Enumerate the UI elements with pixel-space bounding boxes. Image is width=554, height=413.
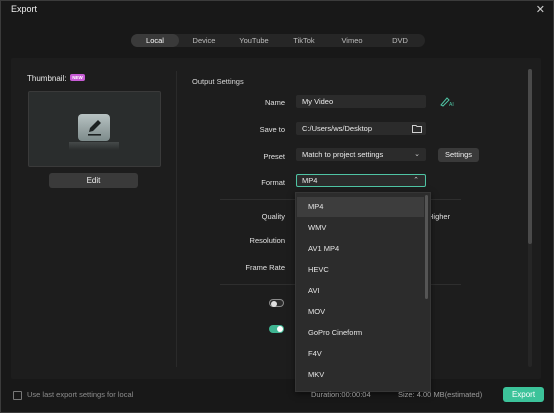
thumbnail-preview[interactable] [28, 91, 161, 167]
new-badge: NEW [70, 74, 85, 81]
format-option-gopro-cineform[interactable]: GoPro Cineform [297, 323, 424, 343]
title-bar: Export ✕ [1, 1, 553, 19]
preset-select[interactable]: Match to project settings ⌄ [296, 148, 426, 161]
column-divider [176, 71, 177, 367]
export-button[interactable]: Export [503, 387, 544, 402]
ai-pen-icon[interactable]: AI [439, 95, 455, 108]
save-path-input[interactable]: C:/Users/ws/Desktop [296, 122, 426, 135]
frame-rate-label: Frame Rate [245, 263, 285, 272]
format-option-wmv[interactable]: WMV [297, 218, 424, 238]
format-option-avi[interactable]: AVI [297, 281, 424, 301]
pencil-icon [78, 114, 110, 141]
chevron-down-icon: ⌄ [414, 151, 420, 158]
quality-higher-label: Higher [428, 212, 451, 221]
name-input[interactable]: My Video [296, 95, 426, 108]
preset-value: Match to project settings [302, 150, 384, 159]
format-option-mp4[interactable]: MP4 [297, 197, 424, 217]
format-option-mkv[interactable]: MKV [297, 365, 424, 385]
preset-label: Preset [263, 152, 285, 161]
close-icon[interactable]: ✕ [536, 3, 545, 16]
toggle-knob [271, 300, 277, 307]
toggle-knob [277, 326, 283, 332]
scrollbar-thumb[interactable] [528, 69, 532, 244]
format-option-f4v[interactable]: F4V [297, 344, 424, 364]
svg-text:AI: AI [449, 102, 454, 107]
export-dialog: Export ✕ Local Device YouTube TikTok Vim… [0, 0, 554, 413]
edit-thumbnail-button[interactable]: Edit [49, 173, 138, 188]
toggle-on[interactable] [269, 325, 284, 333]
format-select[interactable]: MP4 ⌃ [296, 174, 426, 187]
use-last-settings-label: Use last export settings for local [27, 390, 134, 399]
duration-text: Duration:00:00:04 [311, 390, 371, 399]
settings-scrollbar[interactable] [528, 69, 532, 367]
settings-button[interactable]: Settings [438, 148, 479, 162]
output-settings-title: Output Settings [192, 77, 244, 86]
format-option-mov[interactable]: MOV [297, 302, 424, 322]
name-label: Name [264, 98, 285, 107]
format-dropdown: MP4 WMV AV1 MP4 HEVC AVI MOV GoPro Cinef… [295, 192, 431, 392]
save-to-label: Save to [259, 125, 285, 134]
dropdown-scrollbar[interactable] [425, 195, 428, 299]
resolution-label: Resolution [249, 236, 285, 245]
chevron-up-icon: ⌃ [413, 177, 419, 184]
format-value: MP4 [302, 176, 318, 185]
format-label: Format [261, 178, 285, 187]
use-last-settings-checkbox[interactable] [13, 391, 22, 400]
tab-youtube[interactable]: YouTube [229, 34, 279, 47]
thumbnail-reflection [69, 142, 119, 150]
dialog-title: Export [11, 4, 38, 14]
tab-local[interactable]: Local [131, 34, 179, 47]
thumbnail-label: Thumbnail: [27, 74, 67, 83]
tab-vimeo[interactable]: Vimeo [329, 34, 375, 47]
tab-device[interactable]: Device [181, 34, 227, 47]
size-text: Size: 4.00 MB(estimated) [398, 390, 483, 399]
save-path-value: C:/Users/ws/Desktop [302, 124, 373, 133]
export-tabs: Local Device YouTube TikTok Vimeo DVD [131, 34, 425, 47]
format-option-av1-mp4[interactable]: AV1 MP4 [297, 239, 424, 259]
format-option-hevc[interactable]: HEVC [297, 260, 424, 280]
quality-label: Quality [261, 212, 285, 221]
toggle-off[interactable] [269, 299, 284, 307]
tab-tiktok[interactable]: TikTok [281, 34, 327, 47]
tab-dvd[interactable]: DVD [377, 34, 423, 47]
folder-icon[interactable] [412, 124, 422, 133]
